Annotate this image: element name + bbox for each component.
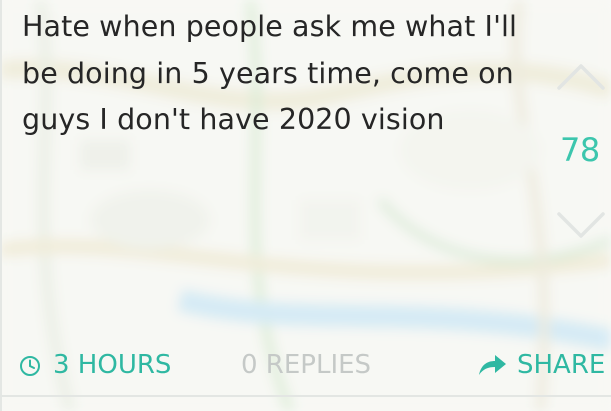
post-time: 3 HOURS	[19, 345, 171, 385]
chevron-down-icon	[557, 212, 605, 238]
post-footer: 3 HOURS 0 REPLIES SHARE	[0, 345, 611, 385]
vote-count: 78	[560, 131, 600, 169]
share-label: SHARE	[517, 350, 606, 380]
clock-icon	[19, 354, 41, 376]
time-label: 3 HOURS	[53, 350, 172, 380]
post-text: Hate when people ask me what I'll be doi…	[22, 10, 518, 136]
card-bottom-divider	[0, 395, 611, 397]
share-arrow-icon	[476, 353, 508, 377]
vote-column: 78	[551, 52, 611, 252]
chevron-up-icon	[557, 64, 605, 90]
share-button[interactable]: SHARE	[476, 345, 605, 385]
replies-button[interactable]: 0 REPLIES	[241, 345, 371, 385]
upvote-button[interactable]	[551, 54, 611, 94]
replies-label: 0 REPLIES	[241, 350, 372, 380]
downvote-button[interactable]	[551, 204, 611, 244]
